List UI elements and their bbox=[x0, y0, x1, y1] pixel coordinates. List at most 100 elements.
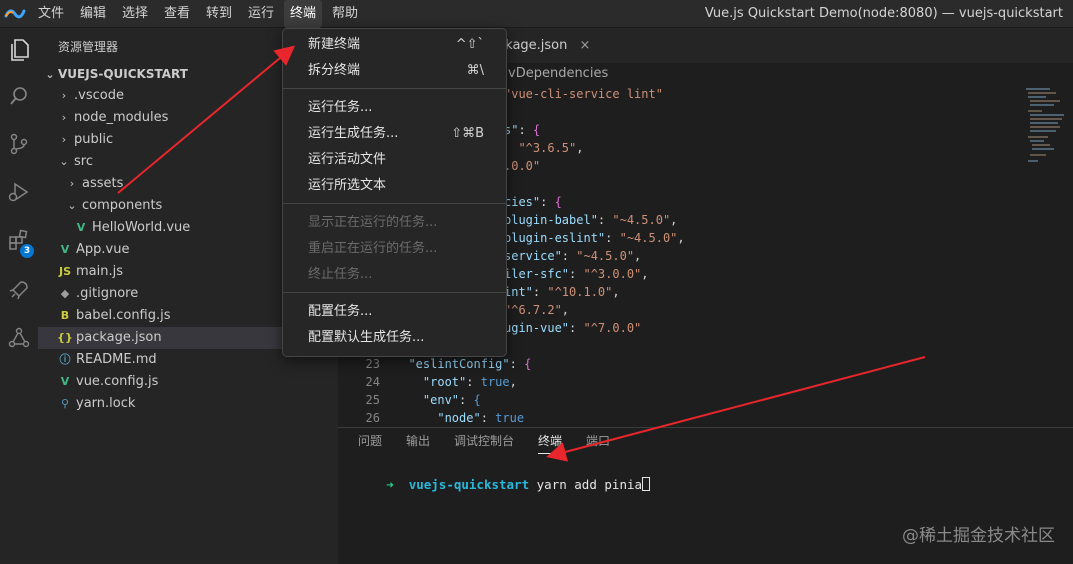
code-token: true bbox=[480, 375, 510, 389]
js-file-icon: JS bbox=[58, 265, 71, 278]
chevron-down-icon: ⌄ bbox=[67, 199, 77, 212]
menu-view[interactable]: 查看 bbox=[158, 0, 196, 28]
menu-item-label: 终止任务... bbox=[308, 267, 373, 282]
watermark: @稀土掘金技术社区 bbox=[902, 526, 1055, 546]
tree-item[interactable]: ⚲ yarn.lock bbox=[38, 393, 338, 415]
code-token: , bbox=[509, 375, 517, 389]
code-token: : bbox=[569, 321, 584, 335]
code-token: service" bbox=[504, 249, 562, 263]
remote-explorer-activity[interactable] bbox=[0, 272, 38, 312]
menu-help[interactable]: 帮助 bbox=[326, 0, 364, 28]
code-token: .0.0" bbox=[504, 159, 541, 173]
tab-problems[interactable]: 问题 bbox=[358, 428, 382, 454]
menu-item: 重启正在运行的任务... bbox=[283, 236, 506, 262]
rocket-icon bbox=[7, 278, 31, 306]
search-activity[interactable] bbox=[0, 78, 38, 118]
code-token: : bbox=[532, 285, 548, 299]
menu-item-shortcut: ⌘\ bbox=[466, 63, 484, 78]
git-file-icon: ◆ bbox=[60, 287, 70, 300]
code-token: , bbox=[677, 231, 685, 245]
menu-item-label: 运行任务... bbox=[308, 100, 373, 115]
menu-item[interactable]: 运行活动文件 bbox=[283, 147, 506, 173]
tree-item-label: public bbox=[74, 132, 114, 147]
close-icon[interactable]: × bbox=[580, 38, 591, 53]
chevron-down-icon: ⌄ bbox=[59, 155, 69, 168]
tree-item-label: vue.config.js bbox=[76, 374, 159, 389]
menu-item-label: 运行生成任务... bbox=[308, 126, 399, 141]
menu-separator bbox=[283, 292, 506, 293]
breadcrumb-item[interactable]: vDependencies bbox=[508, 63, 608, 85]
code-token: cies" bbox=[504, 195, 541, 209]
code-token: : bbox=[459, 393, 474, 407]
menu-selection[interactable]: 选择 bbox=[116, 0, 154, 28]
terminal-command: yarn add pinia bbox=[536, 477, 643, 492]
code-token: "env" bbox=[422, 393, 460, 407]
terminal-cursor bbox=[642, 477, 651, 491]
menu-item[interactable]: 新建终端 ^⇧` bbox=[283, 32, 506, 58]
menu-separator bbox=[283, 203, 506, 204]
explorer-activity[interactable] bbox=[0, 32, 38, 72]
graph-icon bbox=[7, 326, 31, 354]
menu-item-shortcut: ⇧⌘B bbox=[451, 126, 484, 141]
tab-ports[interactable]: 端口 bbox=[586, 428, 610, 454]
menu-item[interactable]: 拆分终端 ⌘\ bbox=[283, 58, 506, 84]
code-token: , bbox=[634, 249, 642, 263]
menu-item[interactable]: 运行任务... bbox=[283, 95, 506, 121]
menu-item[interactable]: 运行所选文本 bbox=[283, 173, 506, 199]
tree-item[interactable]: Vvue.config.js bbox=[38, 371, 338, 393]
code-token: { bbox=[532, 123, 541, 137]
tab-label: ckage.json bbox=[498, 38, 568, 53]
line-number: 24 bbox=[365, 375, 380, 389]
menu-run[interactable]: 运行 bbox=[242, 0, 280, 28]
menu-item[interactable]: 配置默认生成任务... bbox=[283, 325, 506, 351]
chevron-right-icon: › bbox=[61, 89, 67, 102]
code-token: , bbox=[576, 141, 584, 155]
code-token: plugin-babel" bbox=[504, 213, 598, 227]
vue-file-icon: V bbox=[76, 221, 86, 234]
code-token: "vue-cli-service lint" bbox=[504, 87, 663, 101]
activity-bar: 3 bbox=[0, 28, 38, 564]
code-token: : bbox=[480, 411, 496, 425]
tab-output[interactable]: 输出 bbox=[406, 428, 430, 454]
tree-item-label: node_modules bbox=[74, 110, 169, 125]
tab-debug-console[interactable]: 调试控制台 bbox=[454, 428, 514, 454]
vscode-logo-icon bbox=[4, 5, 26, 23]
menu-terminal[interactable]: 终端 bbox=[284, 0, 323, 28]
run-debug-activity[interactable] bbox=[0, 174, 38, 214]
code-token: { bbox=[473, 393, 481, 407]
source-control-activity[interactable] bbox=[0, 126, 38, 166]
chevron-right-icon: › bbox=[61, 133, 67, 146]
code-line: 24 "root": true, bbox=[338, 373, 1018, 391]
terminal-output[interactable]: ➜ vuejs-quickstart yarn add pinia bbox=[356, 462, 651, 507]
code-token: : bbox=[518, 123, 533, 137]
info-file-icon: ⓘ bbox=[59, 353, 71, 366]
minimap[interactable] bbox=[1020, 85, 1072, 175]
terminal-panel: 问题 输出 调试控制台 终端 端口 ➜ vuejs-quickstart yar… bbox=[338, 427, 1073, 564]
live-share-activity[interactable] bbox=[0, 320, 38, 360]
menu-item-shortcut: ^⇧` bbox=[455, 37, 484, 52]
code-line: 26 "node": true bbox=[338, 409, 1018, 427]
menu-item: 显示正在运行的任务... bbox=[283, 210, 506, 236]
menu-item[interactable]: 配置任务... bbox=[283, 299, 506, 325]
menubar: 文件 编辑 选择 查看 转到 运行 终端 帮助 Vue.js Quickstar… bbox=[0, 0, 1073, 28]
chevron-down-icon: ⌄ bbox=[45, 68, 55, 81]
code-token: iler-sfc" bbox=[504, 267, 570, 281]
tab-terminal[interactable]: 终端 bbox=[538, 428, 563, 454]
code-token: ugin-vue" bbox=[504, 321, 570, 335]
code-token: "root" bbox=[422, 375, 467, 389]
menu-edit[interactable]: 编辑 bbox=[74, 0, 112, 28]
code-token: : bbox=[540, 195, 555, 209]
yarn-file-icon: ⚲ bbox=[60, 397, 70, 410]
run-debug-icon bbox=[7, 180, 31, 208]
code-token: "~4.5.0" bbox=[576, 249, 635, 263]
extensions-activity[interactable]: 3 bbox=[0, 222, 38, 262]
menu-item[interactable]: 运行生成任务... ⇧⌘B bbox=[283, 121, 506, 147]
code-token: { bbox=[554, 195, 562, 209]
line-number: 26 bbox=[365, 411, 380, 425]
menu-go[interactable]: 转到 bbox=[200, 0, 238, 28]
tree-item-label: README.md bbox=[76, 352, 157, 367]
menu-file[interactable]: 文件 bbox=[32, 0, 70, 28]
